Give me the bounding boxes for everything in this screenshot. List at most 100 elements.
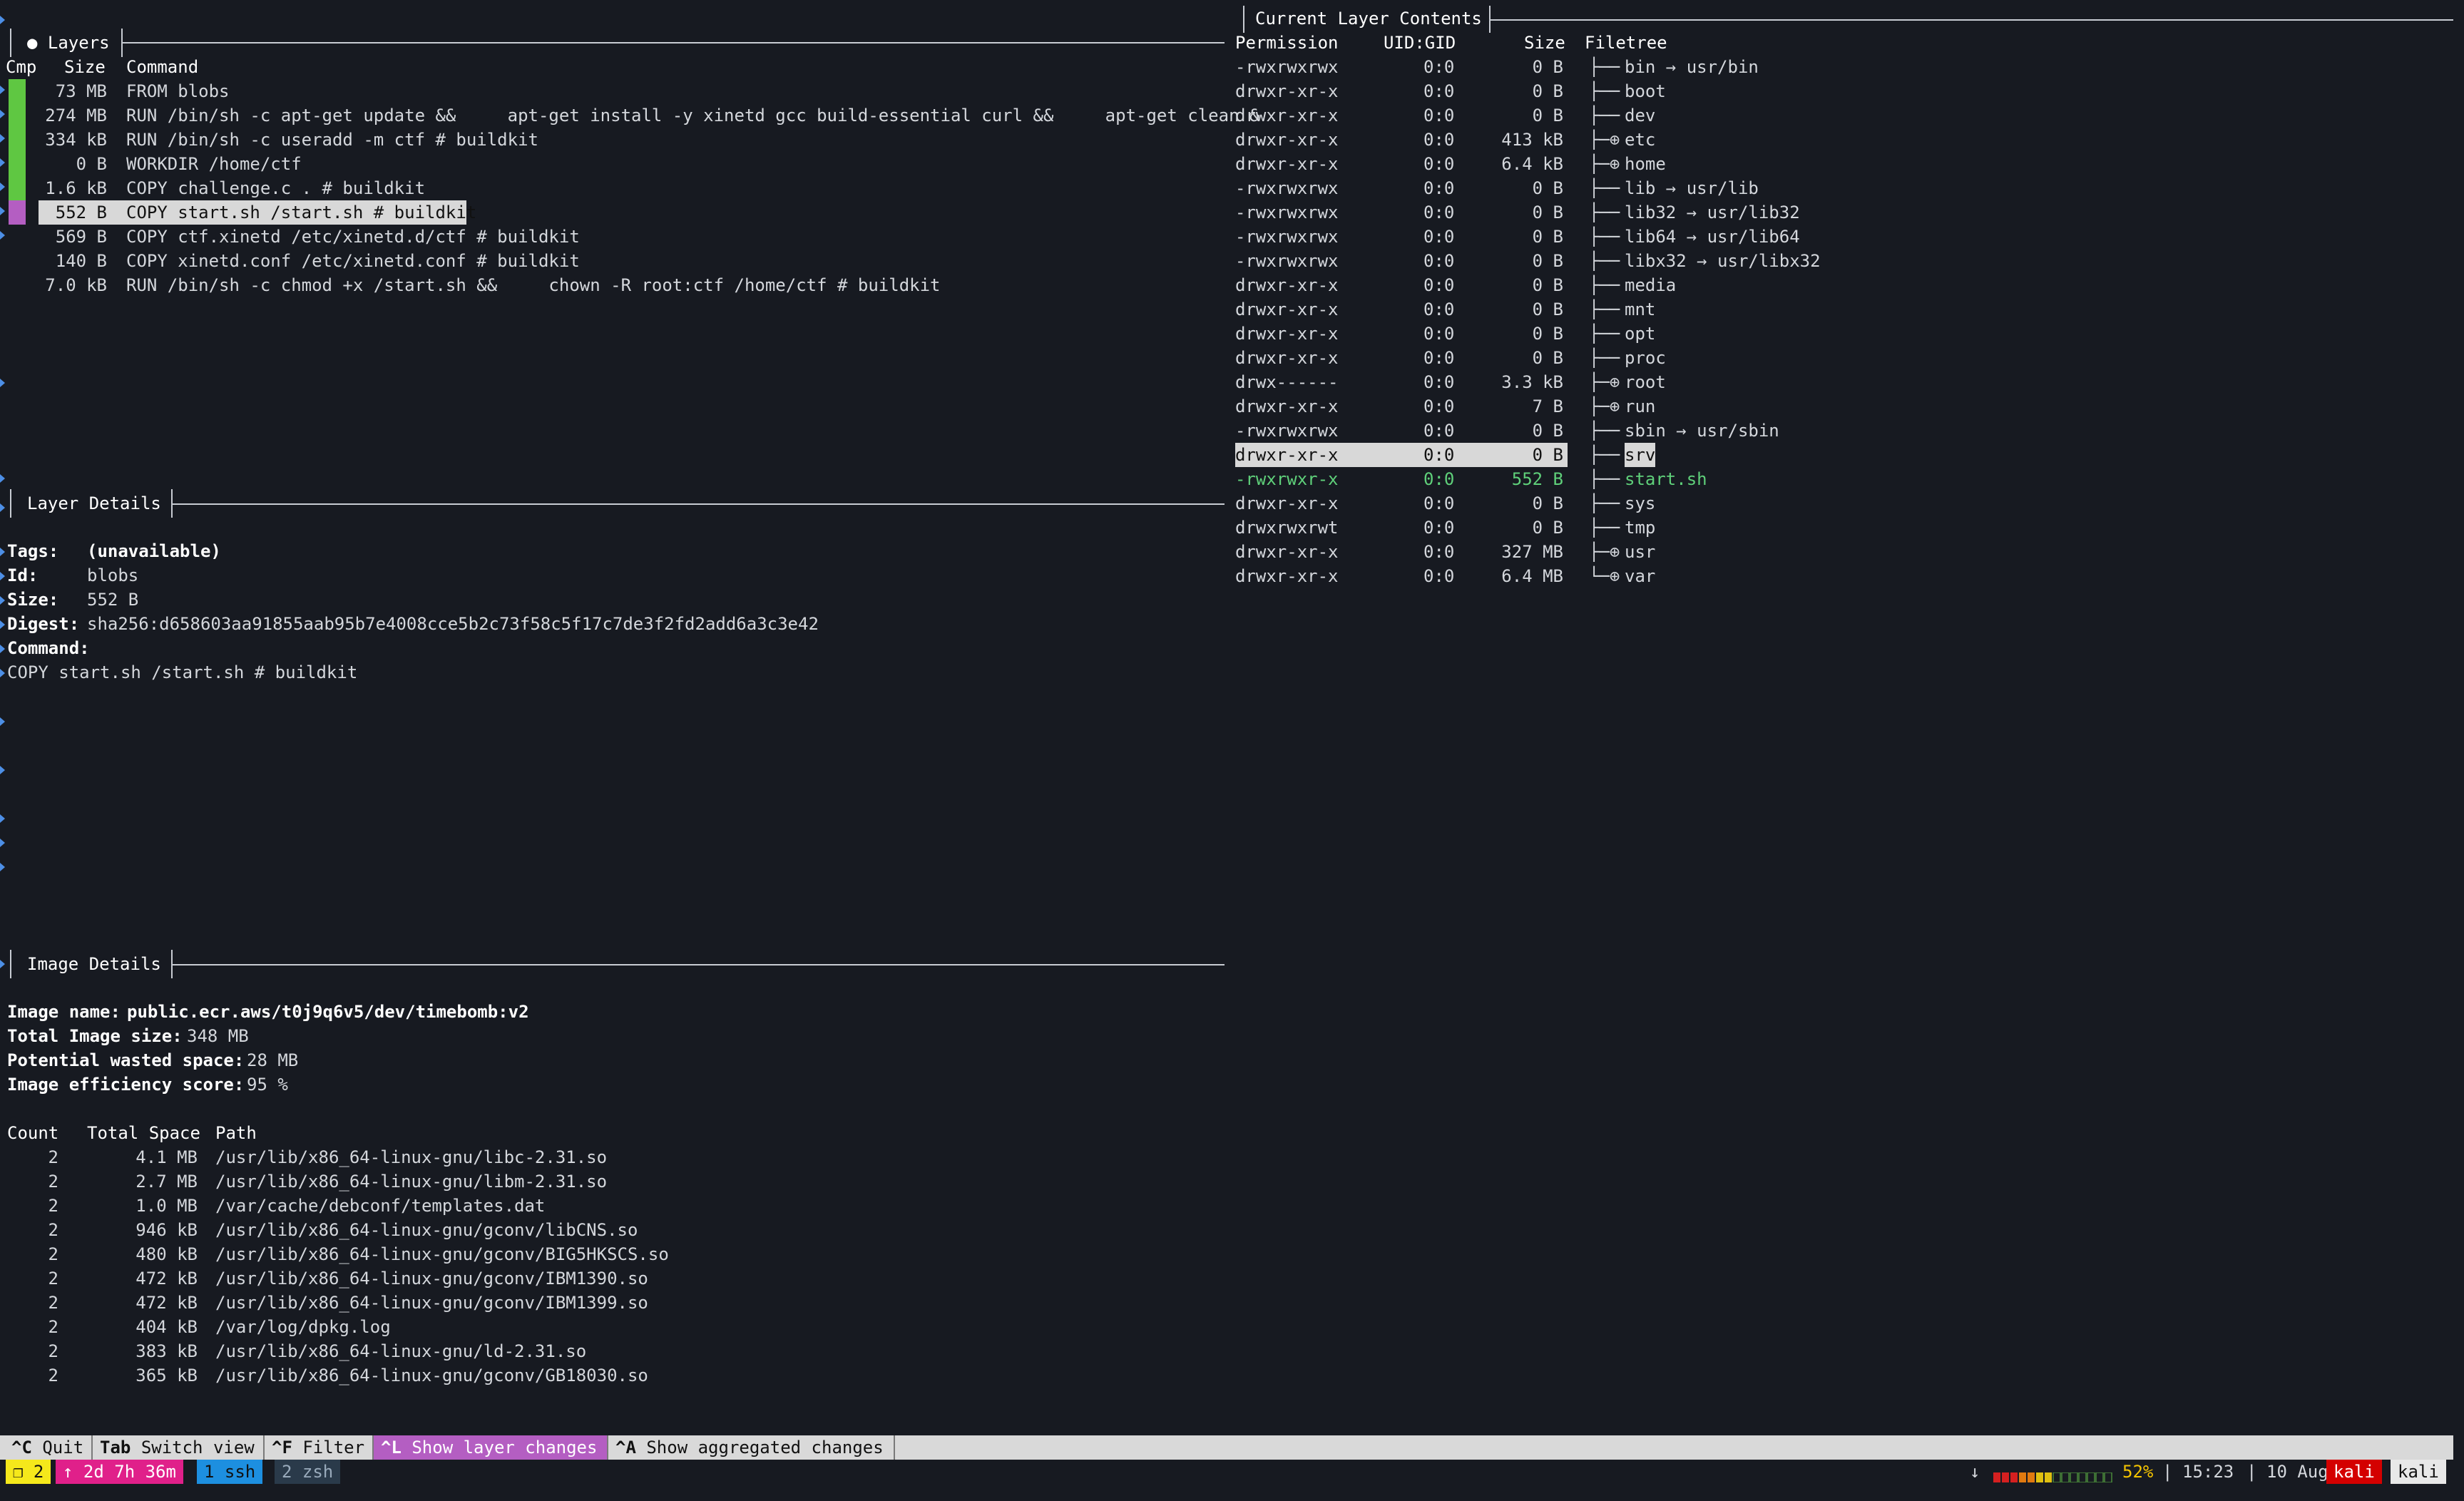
layer-size: 140 B (55, 251, 107, 271)
battery-cell (2070, 1472, 2078, 1483)
col-path: Path (215, 1123, 257, 1143)
filetree-row[interactable]: drwxr-xr-x 0:0 0 B ├── dev (1235, 103, 2448, 128)
filetree-row[interactable]: drwxr-xr-x 0:0 7 B ├─⊕ run (1235, 394, 2448, 419)
filetree-row[interactable]: drwxr-xr-x 0:0 413 kB ├─⊕ etc (1235, 128, 2448, 152)
filetree-row[interactable]: drwxr-xr-x 0:0 0 B ├── mnt (1235, 297, 2448, 322)
col-size: Size (64, 57, 106, 77)
tmux-window-zsh[interactable]: 2 zsh (275, 1460, 341, 1484)
file-name: start.sh (1625, 469, 1707, 489)
wasted-count: 2 (48, 1244, 58, 1264)
layer-row[interactable]: 1.6 kB COPY challenge.c . # buildkit (0, 176, 1227, 200)
keybinding-switch-view[interactable]: Tab Switch view (93, 1435, 265, 1460)
total-size-value: 348 MB (187, 1026, 249, 1046)
filetree-row[interactable]: -rwxrwxrwx 0:0 0 B ├── sbin → usr/sbin (1235, 419, 2448, 443)
filetree-row[interactable]: -rwxrwxrwx 0:0 0 B ├── libx32 → usr/libx32 (1235, 249, 2448, 273)
file-name: sys (1625, 493, 1656, 513)
key-label: Switch view (140, 1438, 255, 1458)
layer-row[interactable]: 7.0 kB RUN /bin/sh -c chmod +x /start.sh … (0, 273, 1227, 297)
filetree-row[interactable]: drwxr-xr-x 0:0 6.4 MB └─⊕ var (1235, 564, 2448, 588)
layer-row[interactable]: 0 B WORKDIR /home/ctf (0, 152, 1227, 176)
file-size: 552 B (1511, 469, 1563, 489)
file-size: 0 B (1532, 203, 1563, 222)
file-name: srv (1625, 443, 1656, 467)
filetree-row[interactable]: -rwxrwxrwx 0:0 0 B ├── lib → usr/lib (1235, 176, 2448, 200)
file-uidgid: 0:0 (1423, 493, 1455, 513)
keybinding-show-aggregated-changes[interactable]: ^A Show aggregated changes (608, 1435, 895, 1460)
filetree-row[interactable]: drwxr-xr-x 0:0 0 B ├── proc (1235, 346, 2448, 370)
filetree-row[interactable]: -rwxrwxrwx 0:0 0 B ├── lib64 → usr/lib64 (1235, 225, 2448, 249)
layer-command: RUN /bin/sh -c chmod +x /start.sh && cho… (126, 275, 941, 295)
filetree-row[interactable]: drwx------ 0:0 3.3 kB ├─⊕ root (1235, 370, 2448, 394)
filetree-row[interactable]: drwxr-xr-x 0:0 327 MB ├─⊕ usr (1235, 540, 2448, 564)
file-uidgid: 0:0 (1423, 372, 1455, 392)
tmux-window-ssh[interactable]: 1 ssh (197, 1460, 263, 1484)
key-label: Show aggregated changes (646, 1438, 884, 1458)
wasted-count: 2 (48, 1172, 58, 1192)
filetree-row[interactable]: -rwxrwxr-x 0:0 552 B ├── start.sh (1235, 467, 2448, 491)
file-uidgid: 0:0 (1423, 518, 1455, 538)
filetree-row[interactable]: drwxr-xr-x 0:0 0 B ├── srv (1235, 443, 2448, 467)
filetree-row[interactable]: -rwxrwxrwx 0:0 0 B ├── lib32 → usr/lib32 (1235, 200, 2448, 225)
wasted-file-row: 2 480 kB/usr/lib/x86_64-linux-gnu/gconv/B… (0, 1242, 1227, 1266)
file-size: 0 B (1532, 275, 1563, 295)
file-name: opt (1625, 324, 1656, 344)
download-arrow-icon: ↓ (1970, 1462, 1980, 1482)
wasted-file-row: 2 946 kB/usr/lib/x86_64-linux-gnu/gconv/l… (0, 1218, 1227, 1242)
layer-details-title: Layer Details (27, 493, 161, 513)
filetree-row[interactable]: -rwxrwxrwx 0:0 0 B ├── bin → usr/bin (1235, 55, 2448, 79)
file-size: 413 kB (1501, 130, 1563, 150)
digest-label: Digest: (7, 614, 80, 634)
keybinding-show-layer-changes[interactable]: ^L Show layer changes (374, 1435, 608, 1460)
layers-panel-title: ● Layers (27, 33, 110, 53)
file-permission: drwxr-xr-x (1235, 299, 1339, 319)
layer-row[interactable]: 140 B COPY xinetd.conf /etc/xinetd.conf #… (0, 249, 1227, 273)
wasted-file-row: 2 1.0 MB/var/cache/debconf/templates.dat (0, 1194, 1227, 1218)
battery-cell (2053, 1472, 2061, 1483)
keybinding-filter[interactable]: ^F Filter (265, 1435, 374, 1460)
layer-command: WORKDIR /home/ctf (126, 154, 302, 174)
panel-border (1491, 19, 2453, 21)
file-permission: -rwxrwxrwx (1235, 57, 1339, 77)
battery-cell (2078, 1472, 2087, 1483)
wasted-file-row: 2 2.7 MB/usr/lib/x86_64-linux-gnu/libm-2.… (0, 1169, 1227, 1194)
file-size: 0 B (1532, 421, 1563, 441)
file-size: 6.4 kB (1501, 154, 1563, 174)
layer-row[interactable]: 334 kB RUN /bin/sh -c useradd -m ctf # bu… (0, 128, 1227, 152)
filetree-row[interactable]: drwxr-xr-x 0:0 0 B ├── media (1235, 273, 2448, 297)
layer-row[interactable]: 73 MB FROM blobs (0, 79, 1227, 103)
pane-marker-icon (0, 86, 5, 94)
wasted-path: /usr/lib/x86_64-linux-gnu/ld-2.31.so (215, 1341, 587, 1361)
tmux-session[interactable]: ❐ 2 (6, 1460, 51, 1484)
tree-branch: ├─⊕ (1589, 130, 1620, 150)
filetree-row[interactable]: drwxr-xr-x 0:0 0 B ├── sys (1235, 491, 2448, 516)
battery-cell (2019, 1472, 2026, 1482)
panel-border (173, 503, 1225, 505)
tree-branch: ├── (1589, 518, 1620, 538)
layer-row[interactable]: 552 B COPY start.sh /start.sh # buildkit (0, 200, 1227, 225)
panel-border (10, 950, 11, 978)
filetree-row[interactable]: drwxr-xr-x 0:0 6.4 kB ├─⊕ home (1235, 152, 2448, 176)
efficiency-value: 95 % (247, 1075, 288, 1095)
id-label: Id: (7, 565, 39, 585)
col-cmp: Cmp (6, 57, 37, 77)
battery-icon (1993, 1472, 2112, 1483)
layer-command: RUN /bin/sh -c apt-get update && apt-get… (126, 106, 1260, 125)
tmux-uptime: ↑ 2d 7h 36m (56, 1460, 183, 1484)
file-name: usr (1625, 542, 1656, 562)
wasted-count: 2 (48, 1147, 58, 1167)
layer-row[interactable]: 274 MB RUN /bin/sh -c apt-get update && a… (0, 103, 1259, 128)
file-name: var (1625, 566, 1656, 586)
layer-change-bar (9, 176, 26, 200)
pane-marker-icon (0, 863, 5, 871)
file-permission: -rwxrwxrwx (1235, 227, 1339, 247)
col-size: Size (1524, 33, 1565, 53)
filetree-row[interactable]: drwxr-xr-x 0:0 0 B ├── opt (1235, 322, 2448, 346)
keybinding-quit[interactable]: ^C Quit (4, 1435, 93, 1460)
pane-marker-icon (0, 158, 5, 167)
file-size: 0 B (1532, 227, 1563, 247)
panel-border (10, 29, 11, 57)
filetree-row[interactable]: drwxrwxrwt 0:0 0 B ├── tmp (1235, 516, 2448, 540)
layer-row[interactable]: 569 B COPY ctf.xinetd /etc/xinetd.d/ctf #… (0, 225, 1227, 249)
filetree-row[interactable]: drwxr-xr-x 0:0 0 B ├── boot (1235, 79, 2448, 103)
file-size: 0 B (1532, 178, 1563, 198)
